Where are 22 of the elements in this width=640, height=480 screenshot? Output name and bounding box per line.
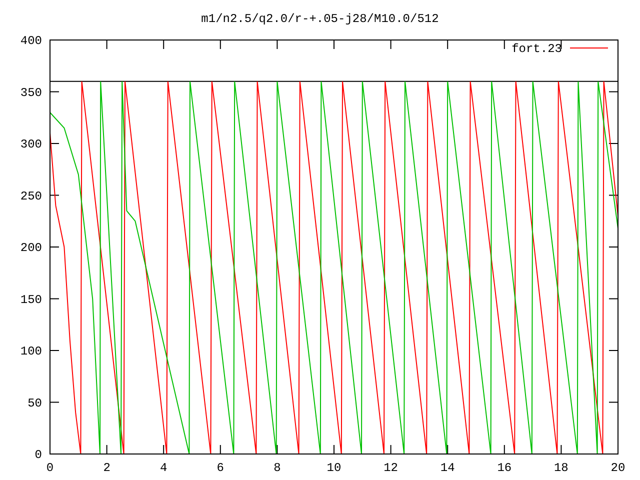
y-tick-label: 300 [20, 138, 42, 152]
x-tick-label: 2 [103, 461, 110, 475]
x-tick-label: 18 [554, 461, 568, 475]
y-tick-label: 200 [20, 241, 42, 255]
chart-title: m1/n2.5/q2.0/r-+.05-j28/M10.0/512 [201, 12, 439, 26]
x-tick-label: 20 [610, 461, 626, 475]
x-tick-label: 10 [326, 461, 342, 475]
x-tick-label: 0 [46, 461, 54, 475]
legend-label: fort.23 [512, 42, 562, 56]
y-tick-label: 50 [28, 396, 42, 410]
y-tick-label: 100 [20, 344, 42, 358]
y-tick-label: 250 [20, 189, 42, 204]
x-tick-label: 16 [497, 461, 512, 475]
x-tick-label: 14 [440, 461, 455, 475]
x-tick-label: 6 [216, 461, 224, 475]
x-tick-label: 12 [384, 461, 398, 475]
x-tick-label: 8 [274, 461, 281, 475]
y-tick-label: 400 [20, 34, 42, 48]
y-tick-label: 0 [34, 448, 42, 462]
y-tick-label: 150 [20, 292, 42, 307]
y-tick-label: 350 [20, 86, 42, 100]
x-tick-label: 4 [160, 461, 168, 475]
